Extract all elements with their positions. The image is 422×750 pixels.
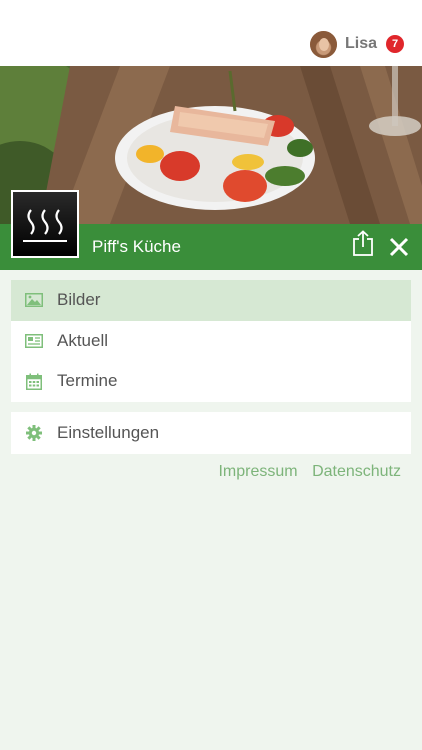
main-menu: Bilder Aktuell Termine (11, 280, 411, 402)
image-icon (25, 291, 43, 309)
top-bar: Lisa 7 (0, 0, 422, 66)
notification-badge[interactable]: 7 (386, 35, 404, 53)
settings-menu: Einstellungen (11, 412, 411, 454)
avatar[interactable] (309, 30, 337, 58)
share-button[interactable] (352, 230, 374, 256)
menu-item-label: Einstellungen (57, 423, 160, 442)
impressum-link[interactable]: Impressum (218, 463, 297, 480)
user-name[interactable]: Lisa (345, 35, 377, 53)
footer-links: Impressum Datenschutz (208, 463, 401, 481)
page-title: Piff's Küche (92, 237, 181, 256)
menu-item-label: Aktuell (57, 330, 109, 350)
close-icon (389, 237, 409, 257)
datenschutz-link[interactable]: Datenschutz (312, 463, 401, 480)
user-profile[interactable]: Lisa 7 (309, 30, 404, 58)
menu-item-termine[interactable]: Termine (11, 361, 411, 402)
menu-item-label: Termine (57, 371, 118, 391)
close-button[interactable] (388, 236, 410, 258)
gear-icon (25, 424, 43, 442)
calendar-icon (25, 372, 43, 390)
menu-item-aktuell[interactable]: Aktuell (11, 321, 411, 362)
share-icon (353, 230, 373, 256)
menu-item-einstellungen[interactable]: Einstellungen (11, 412, 411, 454)
kitchen-logo (11, 190, 79, 258)
menu-item-label: Bilder (57, 290, 101, 310)
newspaper-icon (25, 332, 43, 350)
menu-item-bilder[interactable]: Bilder (11, 280, 411, 321)
